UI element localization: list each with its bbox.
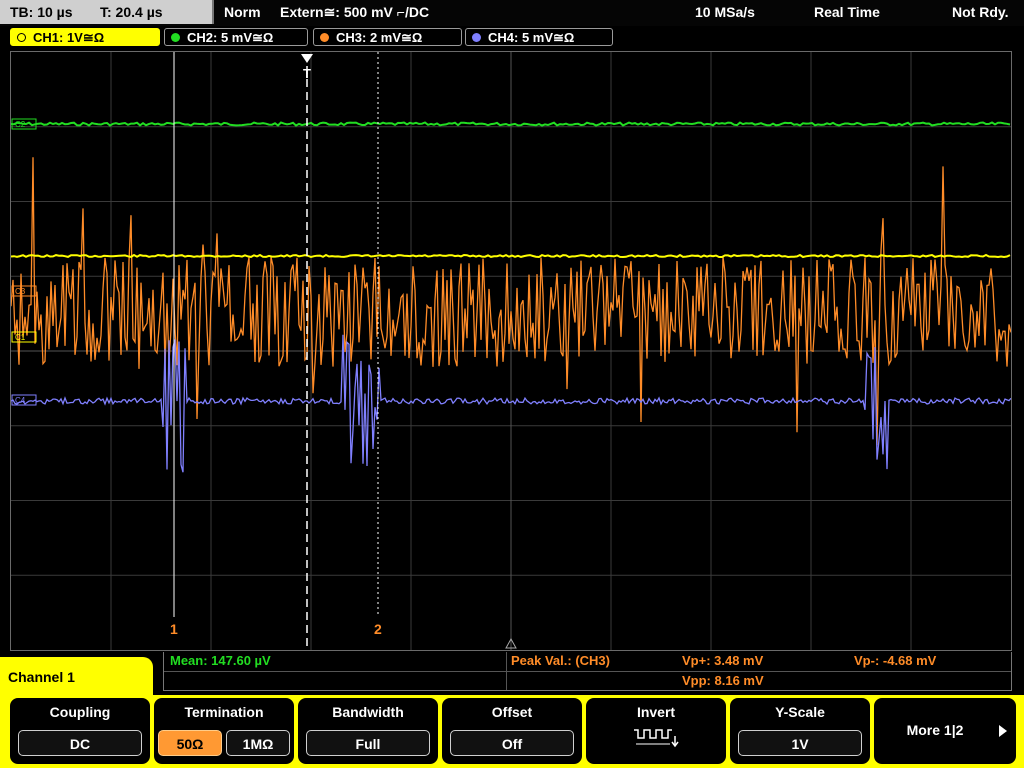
tab-ch3-label: CH3: 2 mV≅Ω [336, 30, 423, 45]
divider [164, 671, 1011, 672]
ch1-dot-icon [17, 33, 26, 42]
termination-1m-option[interactable]: 1MΩ [226, 730, 290, 756]
yscale-value[interactable]: 1V [738, 730, 862, 756]
coupling-softkey[interactable]: Coupling DC [10, 698, 150, 764]
termination-label: Termination [184, 704, 264, 720]
yscale-label: Y-Scale [775, 704, 825, 720]
status-bar: TB: 10 µs T: 20.4 µs Norm Extern≅: 500 m… [0, 0, 1024, 26]
yscale-softkey[interactable]: Y-Scale 1V [730, 698, 870, 764]
tab-ch4[interactable]: CH4: 5 mV≅Ω [465, 28, 613, 46]
tab-ch2-label: CH2: 5 mV≅Ω [187, 30, 274, 45]
waveform-svg: T 1 2 C2 C3 C1 C4 [11, 52, 1011, 650]
invert-softkey[interactable]: Invert [586, 698, 726, 764]
vpp-value: Vpp: 8.16 mV [682, 673, 764, 688]
more-softkey[interactable]: More 1|2 [874, 698, 1016, 764]
measurement-panel: Mean: 147.60 µV Peak Val.: (CH3) Vp+: 3.… [163, 652, 1012, 691]
termination-softkey[interactable]: Termination 50Ω 1MΩ [154, 698, 294, 764]
tab-ch4-label: CH4: 5 mV≅Ω [488, 30, 575, 45]
ch3-marker-label: C3 [15, 287, 26, 296]
coupling-label: Coupling [49, 704, 111, 720]
next-page-icon [999, 725, 1007, 737]
termination-50-option[interactable]: 50Ω [158, 730, 222, 756]
offset-value[interactable]: Off [450, 730, 574, 756]
menu-title: Channel 1 [8, 669, 75, 685]
acquisition-mode: Real Time [814, 4, 880, 20]
cursor-1-label: 1 [170, 621, 178, 637]
tab-ch1[interactable]: CH1: 1V≅Ω [10, 28, 160, 46]
mean-measurement[interactable]: Mean: 147.60 µV [170, 652, 271, 670]
tab-ch2[interactable]: CH2: 5 mV≅Ω [164, 28, 308, 46]
ch1-trace [11, 253, 1011, 259]
timebase-value: TB: 10 µs [10, 4, 73, 20]
bandwidth-softkey[interactable]: Bandwidth Full [298, 698, 438, 764]
offset-softkey[interactable]: Offset Off [442, 698, 582, 764]
tab-ch3[interactable]: CH3: 2 mV≅Ω [313, 28, 462, 46]
ch2-dot-icon [171, 33, 180, 42]
bandwidth-label: Bandwidth [332, 704, 404, 720]
ch3-dot-icon [320, 33, 329, 42]
vp-minus-value: Vp-: -4.68 mV [854, 653, 937, 668]
run-status: Not Rdy. [952, 4, 1009, 20]
trigger-position-value: T: 20.4 µs [100, 4, 163, 20]
bandwidth-value[interactable]: Full [306, 730, 430, 756]
menu-title-tab: Channel 1 [0, 657, 153, 697]
divider [506, 652, 507, 690]
more-label: More 1|2 [906, 722, 964, 738]
ch4-dot-icon [472, 33, 481, 42]
ch4-marker-label: C4 [15, 396, 26, 405]
ch1-marker-label: C1 [15, 333, 26, 342]
peak-measurement-label[interactable]: Peak Val.: (CH3) [511, 652, 610, 670]
timebase-box[interactable]: TB: 10 µs T: 20.4 µs [0, 0, 214, 24]
trigger-mode[interactable]: Norm [224, 0, 261, 24]
invert-pulse-icon [634, 729, 679, 748]
vp-plus-value: Vp+: 3.48 mV [682, 653, 764, 668]
tab-ch1-label: CH1: 1V≅Ω [33, 30, 105, 45]
cursor-2-label: 2 [374, 621, 382, 637]
trigger-source[interactable]: Extern≅: 500 mV ⌐/DC [280, 0, 429, 24]
offset-label: Offset [491, 704, 533, 720]
coupling-value[interactable]: DC [18, 730, 142, 756]
invert-label: Invert [636, 704, 676, 720]
waveform-display[interactable]: T 1 2 C2 C3 C1 C4 [10, 51, 1012, 651]
trigger-marker-label: T [303, 66, 311, 81]
ch2-marker-label: C2 [15, 120, 26, 129]
sample-rate: 10 MSa/s [695, 4, 755, 20]
